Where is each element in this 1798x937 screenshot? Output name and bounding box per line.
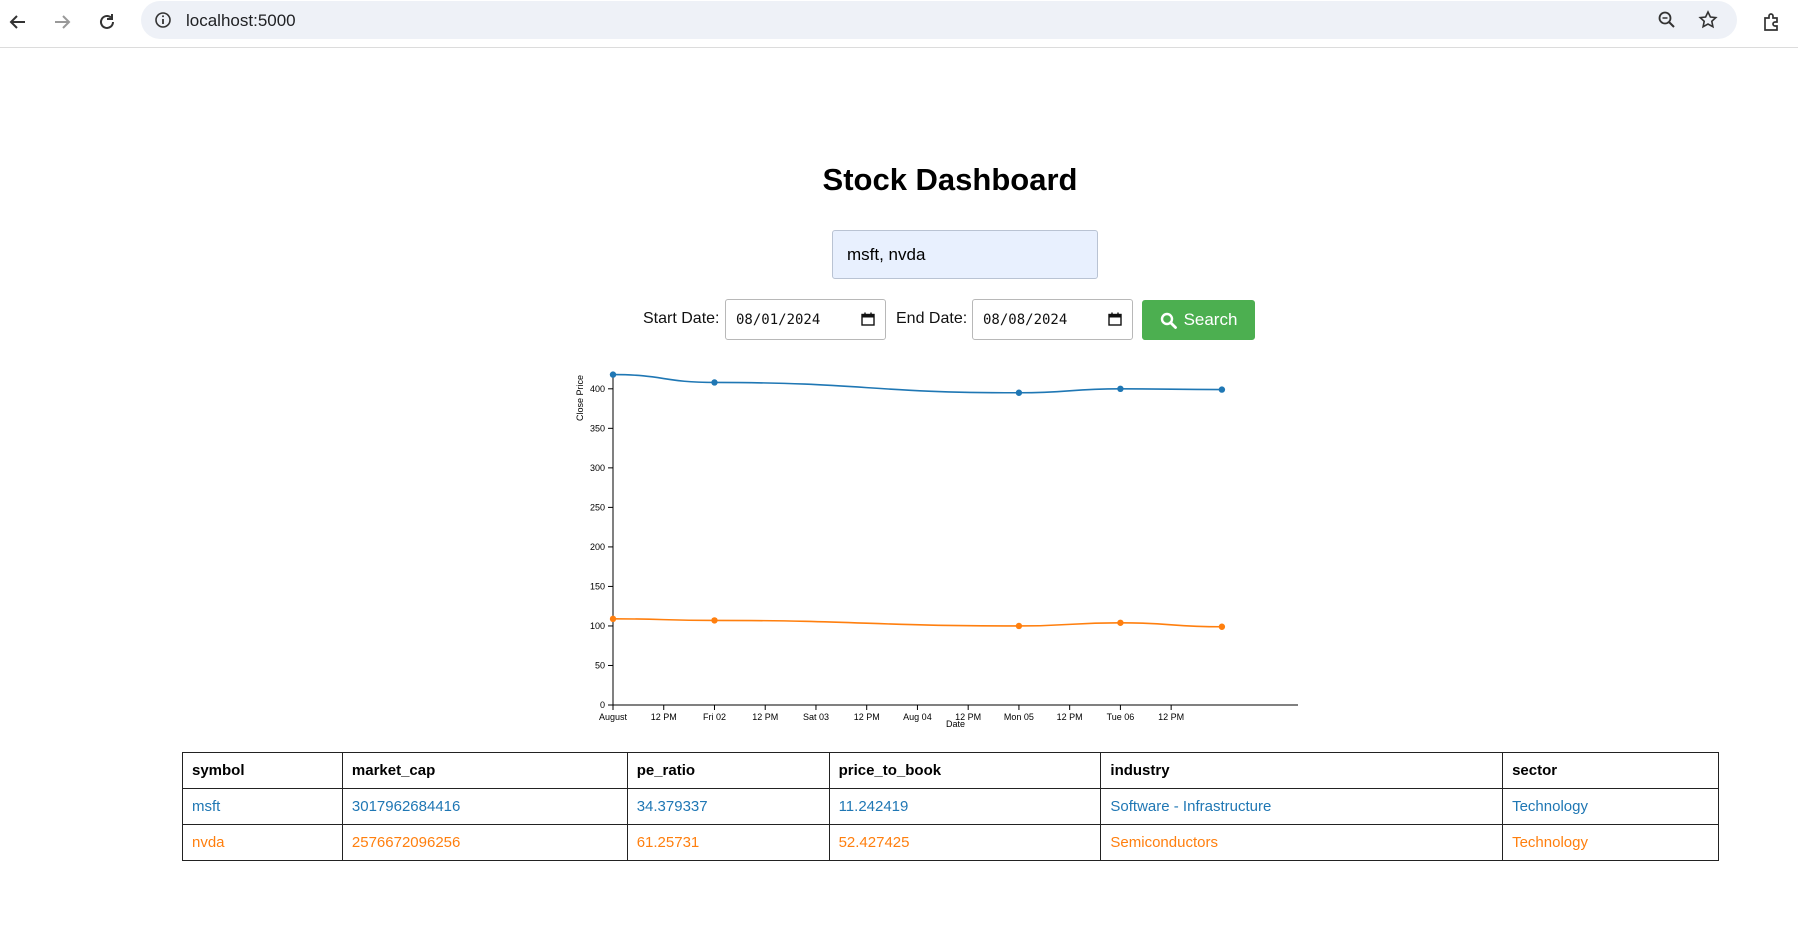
table-row: nvda 2576672096256 61.25731 52.427425 Se… bbox=[182, 824, 1719, 861]
x-tick-label: August bbox=[599, 712, 628, 722]
data-point-nvda bbox=[1218, 623, 1226, 630]
end-date-value: 08/08/2024 bbox=[983, 311, 1068, 328]
column-header: price_to_book bbox=[828, 752, 1102, 789]
forward-icon[interactable] bbox=[46, 6, 78, 38]
end-date-input[interactable]: 08/08/2024 bbox=[972, 299, 1133, 340]
x-tick-label: 12 PM bbox=[752, 712, 778, 722]
search-icon bbox=[1160, 312, 1177, 329]
data-point-nvda bbox=[609, 615, 617, 623]
table-header-row: symbol market_cap pe_ratio price_to_book… bbox=[182, 752, 1719, 789]
x-tick-label: Fri 02 bbox=[703, 712, 726, 722]
column-header: industry bbox=[1100, 752, 1504, 789]
x-tick-label: Sat 03 bbox=[803, 712, 829, 722]
data-point-nvda bbox=[1015, 622, 1023, 630]
table-cell: Technology bbox=[1502, 788, 1719, 825]
x-tick-label: 12 PM bbox=[854, 712, 880, 722]
y-tick-label: 100 bbox=[590, 621, 605, 631]
reload-icon[interactable] bbox=[91, 6, 123, 38]
table-cell: Software - Infrastructure bbox=[1100, 788, 1504, 825]
address-bar[interactable]: localhost:5000 bbox=[141, 1, 1737, 39]
site-info-icon[interactable] bbox=[154, 11, 172, 34]
search-button[interactable]: Search bbox=[1142, 300, 1255, 340]
data-point-msft bbox=[711, 379, 718, 386]
table-cell: Technology bbox=[1502, 824, 1719, 861]
table-cell: nvda bbox=[182, 824, 343, 861]
x-tick-label: 12 PM bbox=[1057, 712, 1083, 722]
browser-toolbar: localhost:5000 bbox=[0, 0, 1798, 48]
table-cell: 52.427425 bbox=[828, 824, 1102, 861]
table-cell: msft bbox=[182, 788, 343, 825]
start-date-input[interactable]: 08/01/2024 bbox=[725, 299, 886, 340]
column-header: market_cap bbox=[341, 752, 628, 789]
data-point-msft bbox=[1218, 386, 1226, 393]
start-date-label: Start Date: bbox=[643, 310, 720, 327]
page-title: Stock Dashboard bbox=[822, 162, 1078, 197]
y-tick-label: 200 bbox=[590, 542, 605, 552]
y-tick-label: 400 bbox=[590, 384, 605, 394]
x-tick-label: 12 PM bbox=[1158, 712, 1184, 722]
extensions-icon[interactable] bbox=[1755, 6, 1787, 38]
y-tick-label: 0 bbox=[600, 700, 605, 710]
table-cell: 11.242419 bbox=[828, 788, 1102, 825]
symbols-input[interactable] bbox=[832, 230, 1098, 279]
y-tick-label: 300 bbox=[590, 463, 605, 473]
table-cell: Semiconductors bbox=[1100, 824, 1504, 861]
column-header: symbol bbox=[182, 752, 343, 789]
series-line-nvda bbox=[612, 618, 1222, 628]
start-date-value: 08/01/2024 bbox=[736, 311, 821, 328]
url-text: localhost:5000 bbox=[186, 11, 296, 30]
calendar-icon[interactable] bbox=[861, 312, 875, 326]
column-header: sector bbox=[1502, 752, 1719, 789]
x-tick-label: Aug 04 bbox=[903, 712, 932, 722]
data-point-msft bbox=[609, 371, 617, 378]
series-line-msft bbox=[612, 373, 1222, 394]
table-cell: 61.25731 bbox=[626, 824, 830, 861]
y-tick-label: 150 bbox=[590, 581, 605, 591]
x-axis-title: Date bbox=[946, 719, 965, 729]
y-tick-label: 350 bbox=[590, 423, 605, 433]
x-tick-label: 12 PM bbox=[651, 712, 677, 722]
x-tick-label: Mon 05 bbox=[1004, 712, 1034, 722]
y-tick-label: 50 bbox=[595, 660, 605, 670]
y-tick-label: 250 bbox=[590, 502, 605, 512]
table-cell: 34.379337 bbox=[626, 788, 830, 825]
data-point-msft bbox=[1015, 389, 1023, 396]
star-icon[interactable] bbox=[1698, 10, 1718, 35]
back-icon[interactable] bbox=[2, 6, 34, 38]
y-axis-title: Close Price bbox=[575, 375, 585, 421]
calendar-icon[interactable] bbox=[1108, 312, 1122, 326]
stock-info-table: symbol market_cap pe_ratio price_to_book… bbox=[182, 752, 1719, 861]
close-price-chart: 0 50 100 150 200 250 300 350 400 August 12 PM Fri 0… bbox=[575, 371, 1298, 729]
end-date-label: End Date: bbox=[896, 310, 968, 327]
table-row: msft 3017962684416 34.379337 11.242419 S… bbox=[182, 788, 1719, 825]
data-point-nvda bbox=[711, 617, 718, 624]
search-button-label: Search bbox=[1183, 310, 1238, 329]
table-cell: 3017962684416 bbox=[341, 788, 628, 825]
x-tick-label: Tue 06 bbox=[1107, 712, 1135, 722]
zoom-icon[interactable] bbox=[1657, 10, 1677, 35]
data-point-msft bbox=[1117, 385, 1124, 393]
data-point-nvda bbox=[1117, 619, 1124, 626]
table-cell: 2576672096256 bbox=[341, 824, 628, 861]
column-header: pe_ratio bbox=[626, 752, 830, 789]
